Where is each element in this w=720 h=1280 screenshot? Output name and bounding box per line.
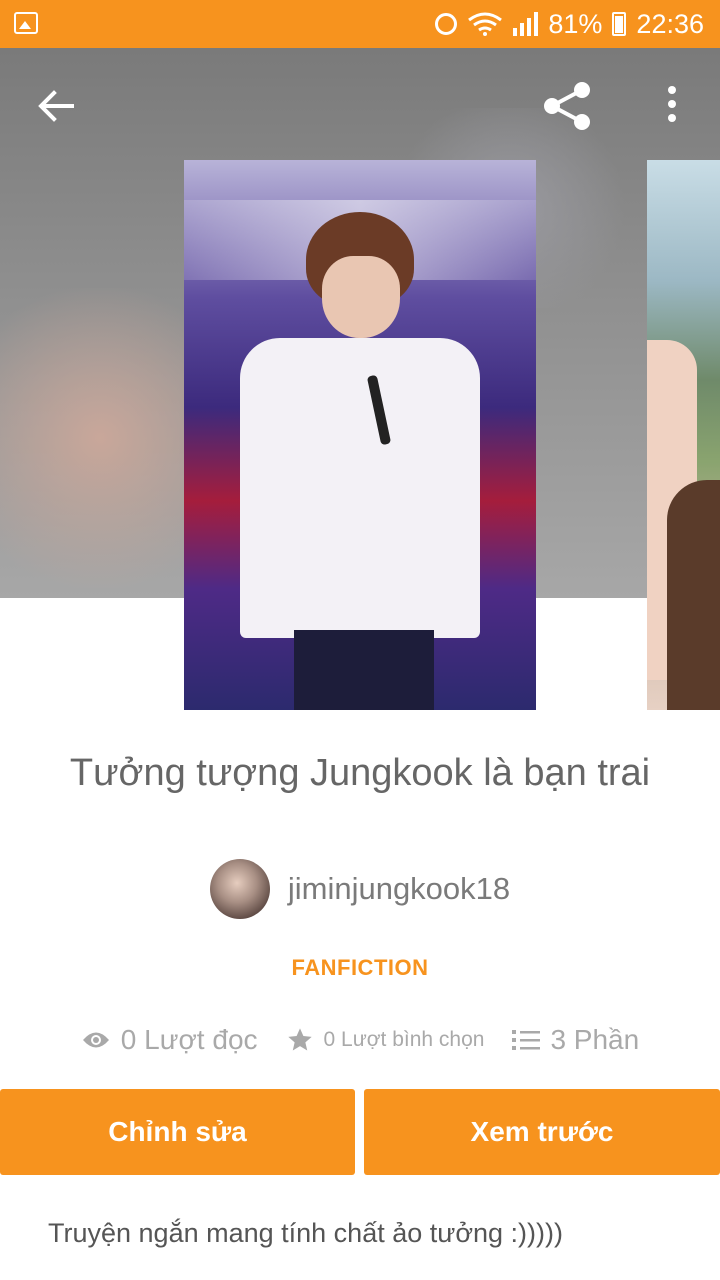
votes-stat: 0 Lượt bình chọn [286, 1026, 485, 1054]
reads-stat: 0 Lượt đọc [81, 1024, 258, 1056]
story-category[interactable]: FANFICTION [0, 955, 720, 981]
back-arrow-icon[interactable] [34, 84, 78, 128]
story-cover[interactable] [184, 160, 536, 710]
eye-icon [82, 1032, 109, 1048]
edit-button[interactable]: Chỉnh sửa [0, 1089, 355, 1175]
battery-icon [612, 12, 627, 36]
status-right: 81% 22:36 [435, 8, 704, 40]
gallery-notification-icon [14, 12, 38, 34]
next-story-cover[interactable] [647, 160, 720, 710]
story-stats: 0 Lượt đọc 0 Lượt bình chọn 3 Phần [0, 1018, 720, 1062]
wifi-icon [468, 12, 503, 36]
author-link[interactable]: jiminjungkook18 [0, 858, 720, 920]
story-description: Truyện ngắn mang tính chất ảo tưởng :)))… [48, 1218, 564, 1248]
votes-count: 0 Lượt bình chọn [323, 1028, 485, 1051]
status-bar: 81% 22:36 [0, 0, 720, 48]
signal-icon [513, 12, 539, 36]
clock: 22:36 [636, 8, 704, 39]
alarm-icon [435, 13, 458, 35]
parts-stat: 3 Phần [512, 1024, 639, 1056]
more-vertical-icon[interactable] [656, 82, 688, 130]
battery-percent: 81% [548, 8, 603, 39]
list-icon [512, 1030, 541, 1050]
avatar[interactable] [209, 859, 270, 919]
story-title: Tưởng tượng Jungkook là bạn trai [69, 752, 651, 794]
share-icon[interactable] [540, 78, 596, 134]
author-name[interactable]: jiminjungkook18 [288, 871, 510, 907]
parts-count: 3 Phần [550, 1024, 640, 1055]
star-icon [287, 1028, 312, 1051]
reads-count: 0 Lượt đọc [120, 1024, 258, 1055]
preview-button[interactable]: Xem trước [364, 1089, 720, 1175]
